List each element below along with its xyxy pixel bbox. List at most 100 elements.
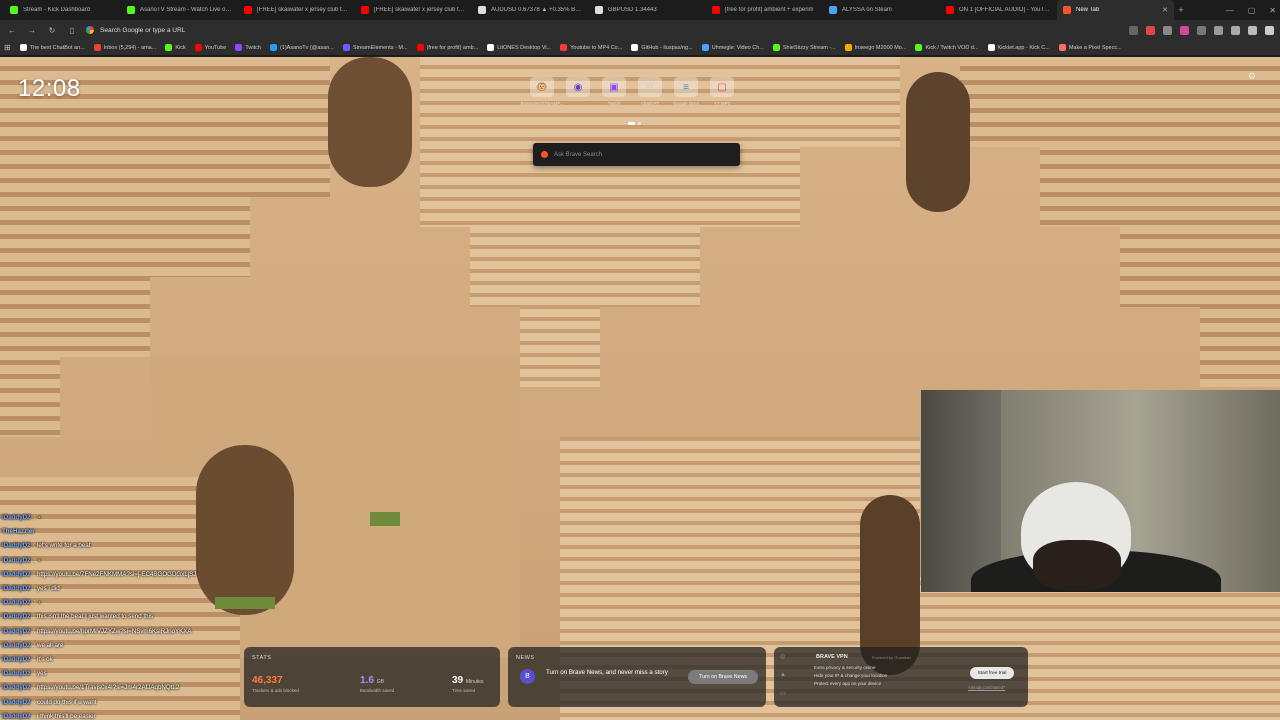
top-site-icon: ▣	[602, 77, 626, 97]
top-site-tile[interactable]: ▢ YT MP3	[710, 77, 734, 106]
vpn-widget: ◎ ▲ ▭ BRAVE VPN Powered by Guardian Extr…	[774, 647, 1028, 707]
tab-title: New Tab	[1076, 7, 1100, 13]
chat-message: iDaddyD2: https://youtu.be/hprMIVJZYZw?s…	[2, 625, 262, 639]
tab-title: AsanoTV Stream - Watch Live on Kick	[140, 7, 232, 13]
browser-tab[interactable]: ALYSSA on Steam	[823, 0, 940, 20]
bookmark-label: (free for profit) amb...	[426, 44, 479, 51]
bookmark-item[interactable]: Inbox (5,294) - ama...	[93, 44, 156, 51]
bookmark-item[interactable]: YouTube	[194, 44, 226, 51]
bookmark-favicon-icon	[844, 44, 852, 51]
chat-message: iDaddyD2: we all are	[2, 639, 262, 653]
brave-search-box[interactable]: Ask Brave Search	[533, 143, 740, 166]
brave-news-icon: B	[520, 669, 535, 684]
chat-message: iDaddyD2: let's write for a beat	[2, 539, 262, 553]
address-bar[interactable]: Search Google or type a URL	[86, 23, 986, 37]
bookmark-item[interactable]: (free for profit) amb...	[416, 44, 479, 51]
chat-message: iDaddyD2: ▪	[2, 554, 262, 568]
time-value: 39 Minutes	[452, 675, 484, 686]
browser-tab[interactable]: GBPUSD 1.34443	[589, 0, 706, 20]
bookmark-label: (1)AsanoTv (@asan...	[279, 44, 334, 51]
top-site-icon: ◉	[566, 77, 590, 97]
bookmark-item[interactable]: Uhmegle: Video Ch...	[701, 44, 764, 51]
browser-tab[interactable]: [FREE] skaiwater x jersey club type	[355, 0, 472, 20]
reload-icon[interactable]: ↻	[46, 24, 58, 36]
new-tab-page: 12:08 ⚙ 🐵 Bitwarden/STEAMP... ◉ ▣ Twitch ✲ Cha…	[0, 57, 1280, 720]
extension-icon[interactable]	[1180, 25, 1189, 35]
bookmark-item[interactable]: ShieStizzy Stream -...	[772, 44, 836, 51]
bookmark-item[interactable]: Inseego M2000 Mo...	[844, 44, 906, 51]
top-site-name: YT MP3	[713, 101, 731, 106]
top-site-tile[interactable]: ▣ Twitch	[602, 77, 626, 106]
already-purchased-link[interactable]: Already purchased?	[968, 685, 1005, 690]
bookmark-item[interactable]: Make a Pixel Specc...	[1058, 44, 1122, 51]
trackers-value: 46,337	[252, 675, 283, 686]
tab-strip: Stream - Kick Dashboard AsanoTV Stream - …	[0, 0, 1280, 20]
sidebar-icon[interactable]	[1231, 25, 1240, 35]
tab-favicon-icon	[127, 6, 135, 14]
extensions-puzzle-icon[interactable]	[1214, 25, 1223, 35]
extension-icon[interactable]	[1163, 25, 1172, 35]
bookmark-item[interactable]: (1)AsanoTv (@asan...	[269, 44, 334, 51]
browser-tab[interactable]: New Tab ✕	[1057, 0, 1174, 20]
top-site-tile[interactable]: ✲ ChatGPT	[638, 77, 662, 106]
bookmark-label: Twitch	[245, 44, 261, 51]
start-free-trial-button[interactable]: Start free trial	[970, 667, 1014, 679]
wallet-icon[interactable]	[1248, 25, 1257, 35]
top-site-name: ChatGPT	[640, 101, 660, 106]
bookmark-item[interactable]: Kick / Twitch VOD d...	[915, 44, 979, 51]
extension-icons	[1129, 25, 1274, 35]
bookmark-item[interactable]: StreamElements - M...	[342, 44, 408, 51]
top-site-tile[interactable]: ≡ Google Docs	[673, 77, 699, 106]
brave-rewards-icon[interactable]	[1146, 25, 1155, 35]
close-window-icon[interactable]: ✕	[1269, 6, 1276, 15]
top-sites: 🐵 Bitwarden/STEAMP... ◉ ▣ Twitch ✲ ChatGPT ≡ Goo…	[521, 77, 734, 106]
browser-tab[interactable]: ON 1 [OFFICIAL AUDIO] - YouTube	[940, 0, 1057, 20]
apps-grid-icon[interactable]: ⊞	[4, 43, 11, 52]
bookmark-item[interactable]: Youtube to MP4 Co...	[560, 44, 622, 51]
chat-username: iDaddyD2	[2, 627, 31, 635]
browser-tab[interactable]: Stream - Kick Dashboard	[4, 0, 121, 20]
chat-message: iDaddyD2: this isn't the beat I just wan…	[2, 610, 262, 624]
card-icon[interactable]: ▭	[780, 690, 786, 697]
bookmark-label: The best ChatBot an...	[29, 44, 85, 51]
customize-gear-icon[interactable]: ⚙	[1248, 71, 1256, 82]
browser-tab[interactable]: [free for profit] ambient + experim	[706, 0, 823, 20]
bookmark-item[interactable]: Kicklet.app - Kick C...	[987, 44, 1050, 51]
menu-icon[interactable]	[1265, 25, 1274, 35]
top-site-tile[interactable]: 🐵 Bitwarden/STEAMP...	[521, 77, 563, 106]
extension-icon[interactable]	[1197, 25, 1206, 35]
maximize-icon[interactable]: ▢	[1248, 6, 1256, 15]
bookmark-item[interactable]: GitHub - iluspas/ng...	[631, 44, 693, 51]
browser-tab[interactable]: [FREE] skaiwater x jersey club type	[238, 0, 355, 20]
chat-username: iDaddyD2	[2, 656, 31, 664]
forward-icon[interactable]: →	[26, 24, 38, 36]
top-site-tile[interactable]: ◉	[566, 77, 590, 106]
bookmark-favicon-icon	[487, 44, 495, 51]
chat-text: : yes i did	[33, 585, 60, 593]
turn-on-news-button[interactable]: Turn on Brave News	[688, 670, 758, 684]
bookmark-page-icon[interactable]: ▯	[66, 24, 78, 36]
bookmark-item[interactable]: The best ChatBot an...	[19, 44, 85, 51]
new-tab-button[interactable]: +	[1174, 0, 1188, 20]
brave-search-icon	[541, 151, 548, 158]
tab-title: ON 1 [OFFICIAL AUDIO] - YouTube	[959, 7, 1051, 13]
vpn-feature-list: Extra privacy & security online Hide you…	[814, 665, 887, 686]
chat-text: : let's write for a beat	[33, 542, 91, 550]
chat-text: : could do this if u want	[33, 698, 97, 706]
bookmark-item[interactable]: Twitch	[235, 44, 261, 51]
minimize-icon[interactable]: —	[1226, 6, 1234, 15]
top-sites-pager[interactable]	[628, 122, 641, 125]
chat-text: :	[33, 514, 36, 521]
bookmark-label: Kicklet.app - Kick C...	[997, 44, 1050, 51]
browser-tab[interactable]: AUDUSD 0.67378 ▲ +0.35% Buy/Sell	[472, 0, 589, 20]
arrow-up-icon[interactable]: ▲	[780, 672, 786, 678]
bookmark-favicon-icon	[631, 44, 639, 51]
close-tab-icon[interactable]: ✕	[1162, 6, 1168, 14]
bookmark-item[interactable]: Kick	[165, 44, 186, 51]
brave-shields-icon[interactable]	[1129, 25, 1138, 35]
bookmark-item[interactable]: LitONES Desktop Vi...	[487, 44, 551, 51]
chat-username: iDaddyD2	[2, 542, 31, 550]
back-icon[interactable]: ←	[6, 24, 18, 36]
stats-title: STATS	[252, 655, 272, 661]
browser-tab[interactable]: AsanoTV Stream - Watch Live on Kick	[121, 0, 238, 20]
